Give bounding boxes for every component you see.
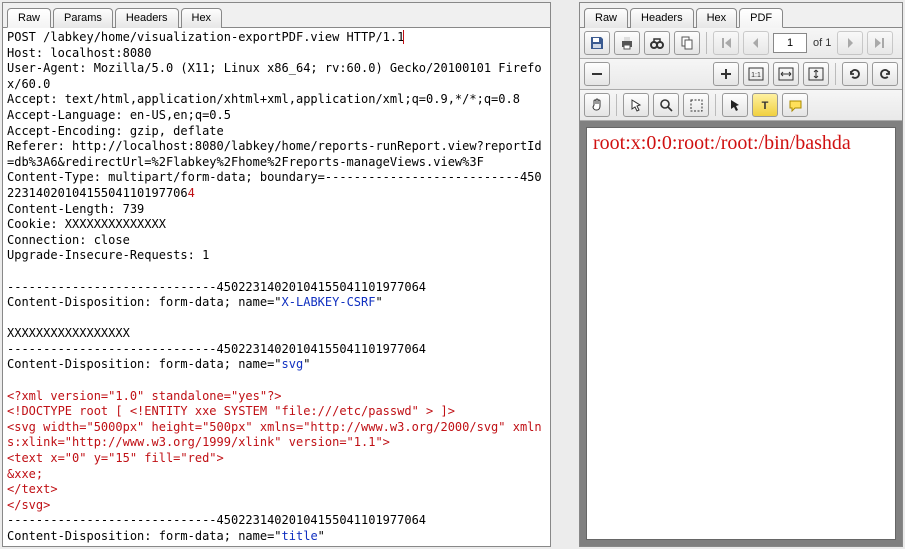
tab-raw[interactable]: Raw (7, 8, 51, 28)
request-tabs: Raw Params Headers Hex (3, 3, 550, 28)
tab-resp-hex[interactable]: Hex (696, 8, 738, 28)
page-of-label: of 1 (811, 37, 833, 49)
print-icon[interactable] (614, 31, 640, 55)
rotate-cw-icon[interactable] (872, 62, 898, 86)
prev-page-icon[interactable] (743, 31, 769, 55)
pdf-toolbar-1: of 1 (580, 28, 902, 59)
fit-width-icon[interactable] (773, 62, 799, 86)
pdf-text-content: root:x:0:0:root:/root:/bin/bashda (593, 132, 851, 154)
svg-text:T: T (762, 100, 769, 112)
first-page-icon[interactable] (713, 31, 739, 55)
magnify-icon[interactable] (653, 93, 679, 117)
comment-icon[interactable] (782, 93, 808, 117)
save-icon[interactable] (584, 31, 610, 55)
zoom-actual-icon[interactable]: 1:1 (743, 62, 769, 86)
select-icon[interactable] (722, 93, 748, 117)
tab-resp-raw[interactable]: Raw (584, 8, 628, 28)
zoom-in-icon[interactable] (713, 62, 739, 86)
pdf-toolbar-3: T (580, 90, 902, 121)
pdf-toolbar-2: 1:1 (580, 59, 902, 90)
last-page-icon[interactable] (867, 31, 893, 55)
marquee-icon[interactable] (683, 93, 709, 117)
tab-hex[interactable]: Hex (181, 8, 223, 28)
request-raw-editor[interactable]: POST /labkey/home/visualization-exportPD… (3, 28, 550, 546)
text-tool-icon[interactable]: T (752, 93, 778, 117)
tab-params[interactable]: Params (53, 8, 113, 28)
page-number-input[interactable] (773, 33, 807, 53)
pdf-viewport[interactable]: root:x:0:0:root:/root:/bin/bashda (580, 121, 902, 546)
tab-resp-headers[interactable]: Headers (630, 8, 694, 28)
fit-page-icon[interactable] (803, 62, 829, 86)
rotate-ccw-icon[interactable] (842, 62, 868, 86)
tab-headers[interactable]: Headers (115, 8, 179, 28)
binoculars-icon[interactable] (644, 31, 670, 55)
tab-resp-pdf[interactable]: PDF (739, 8, 783, 28)
response-tabs: Raw Headers Hex PDF (580, 3, 902, 28)
request-panel: Raw Params Headers Hex POST /labkey/home… (2, 2, 551, 547)
response-panel: Raw Headers Hex PDF (579, 2, 903, 547)
pdf-page: root:x:0:0:root:/root:/bin/bashda (586, 127, 896, 540)
zoom-out-icon[interactable] (584, 62, 610, 86)
copy-icon[interactable] (674, 31, 700, 55)
pointer-icon[interactable] (623, 93, 649, 117)
next-page-icon[interactable] (837, 31, 863, 55)
svg-text:1:1: 1:1 (751, 72, 761, 79)
hand-icon[interactable] (584, 93, 610, 117)
